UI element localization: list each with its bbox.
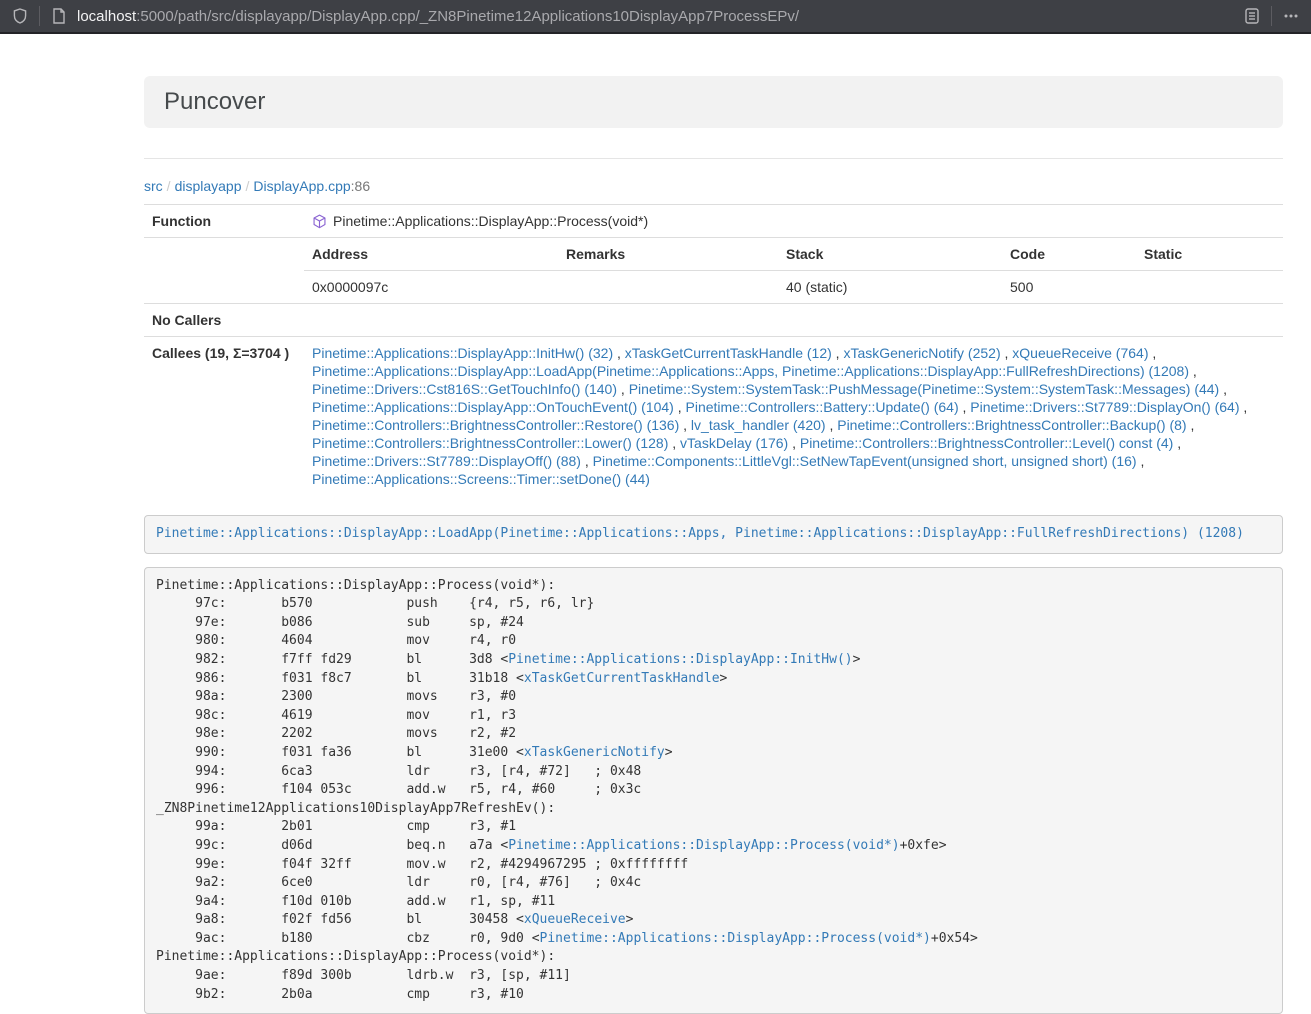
browser-toolbar: localhost:5000/path/src/displayapp/Displ… — [0, 0, 1311, 34]
divider — [144, 158, 1283, 159]
page-container: Puncover src/displayapp/DisplayApp.cpp:8… — [144, 76, 1283, 1014]
callers-row-label: No Callers — [144, 304, 304, 337]
callee-link[interactable]: lv_task_handler (420) — [691, 417, 826, 433]
breadcrumb-separator: / — [242, 178, 254, 194]
callee-link[interactable]: Pinetime::Drivers::St7789::DisplayOn() (… — [970, 399, 1239, 415]
callee-link[interactable]: Pinetime::Controllers::Battery::Update()… — [686, 399, 959, 415]
function-name: Pinetime::Applications::DisplayApp::Proc… — [333, 212, 648, 230]
callee-link[interactable]: Pinetime::Applications::DisplayApp::Init… — [312, 345, 613, 361]
breadcrumb-link-displayapp[interactable]: displayapp — [175, 178, 242, 194]
app-header: Puncover — [144, 76, 1283, 128]
highlighted-symbol-panel: Pinetime::Applications::DisplayApp::Load… — [144, 515, 1283, 554]
code-value: 500 — [1002, 271, 1136, 304]
callee-link[interactable]: Pinetime::System::SystemTask::PushMessag… — [629, 381, 1220, 397]
asm-symbol-link[interactable]: Pinetime::Applications::DisplayApp::Init… — [508, 652, 852, 667]
stats-row: 0x0000097c 40 (static) 500 — [304, 271, 1283, 304]
remarks-value — [558, 271, 778, 304]
breadcrumb-link-src[interactable]: src — [144, 178, 163, 194]
callee-link[interactable]: xTaskGenericNotify (252) — [843, 345, 1000, 361]
address-value: 0x0000097c — [304, 271, 558, 304]
menu-dots-icon[interactable] — [1281, 6, 1301, 26]
asm-symbol-link[interactable]: xQueueReceive — [524, 912, 626, 927]
column-header-code: Code — [1002, 238, 1136, 271]
column-header-static: Static — [1136, 238, 1283, 271]
breadcrumb-separator: / — [163, 178, 175, 194]
callee-link[interactable]: Pinetime::Applications::Screens::Timer::… — [312, 471, 650, 487]
url-host: localhost — [77, 8, 136, 25]
toolbar-divider — [39, 6, 40, 26]
breadcrumb-line-number: :86 — [351, 178, 370, 194]
column-header-stack: Stack — [778, 238, 1002, 271]
symbol-cube-icon — [312, 214, 327, 229]
callee-link[interactable]: Pinetime::Controllers::BrightnessControl… — [312, 435, 668, 451]
url-bar[interactable]: localhost:5000/path/src/displayapp/Displ… — [77, 8, 1242, 25]
callees-list: Pinetime::Applications::DisplayApp::Init… — [304, 337, 1283, 496]
column-header-address: Address — [304, 238, 558, 271]
stack-value: 40 (static) — [778, 271, 1002, 304]
page-icon[interactable] — [49, 6, 69, 26]
asm-symbol-link[interactable]: Pinetime::Applications::DisplayApp::Proc… — [508, 838, 899, 853]
callee-link[interactable]: Pinetime::Drivers::Cst816S::GetTouchInfo… — [312, 381, 617, 397]
symbol-table: Function Pinetime::Applications::Display… — [144, 204, 1283, 495]
callees-row-label: Callees (19, Σ=3704 ) — [144, 337, 304, 496]
shield-icon[interactable] — [10, 6, 30, 26]
table-row: Address Remarks Stack Code Static 0x0000… — [144, 238, 1283, 304]
callee-link[interactable]: Pinetime::Components::LittleVgl::SetNewT… — [593, 453, 1137, 469]
table-row: No Callers — [144, 304, 1283, 337]
callee-link[interactable]: Pinetime::Controllers::BrightnessControl… — [312, 417, 679, 433]
toolbar-divider — [1271, 6, 1272, 26]
column-header-remarks: Remarks — [558, 238, 778, 271]
callee-link[interactable]: Pinetime::Applications::DisplayApp::OnTo… — [312, 399, 674, 415]
static-value — [1136, 271, 1283, 304]
asm-symbol-link[interactable]: xTaskGetCurrentTaskHandle — [524, 671, 720, 686]
callee-link[interactable]: xTaskGetCurrentTaskHandle (12) — [625, 345, 832, 361]
callee-link[interactable]: Pinetime::Controllers::BrightnessControl… — [837, 417, 1186, 433]
stats-table: Address Remarks Stack Code Static 0x0000… — [304, 238, 1283, 303]
highlighted-symbol-link[interactable]: Pinetime::Applications::DisplayApp::Load… — [156, 526, 1244, 541]
breadcrumb-link-file[interactable]: DisplayApp.cpp — [253, 178, 350, 194]
table-row: Callees (19, Σ=3704 ) Pinetime::Applicat… — [144, 337, 1283, 496]
callee-link[interactable]: Pinetime::Controllers::BrightnessControl… — [800, 435, 1173, 451]
asm-symbol-link[interactable]: xTaskGenericNotify — [524, 745, 665, 760]
reader-mode-icon[interactable] — [1242, 6, 1262, 26]
callee-link[interactable]: Pinetime::Applications::DisplayApp::Load… — [312, 363, 1189, 379]
callee-link[interactable]: vTaskDelay (176) — [680, 435, 788, 451]
page-title: Puncover — [164, 89, 1263, 115]
assembly-code: Pinetime::Applications::DisplayApp::Proc… — [144, 567, 1283, 1014]
asm-symbol-link[interactable]: Pinetime::Applications::DisplayApp::Proc… — [540, 931, 931, 946]
callee-link[interactable]: xQueueReceive (764) — [1012, 345, 1148, 361]
url-path: :5000/path/src/displayapp/DisplayApp.cpp… — [136, 8, 799, 25]
table-row: Function Pinetime::Applications::Display… — [144, 205, 1283, 238]
function-row-label: Function — [144, 205, 304, 238]
breadcrumb: src/displayapp/DisplayApp.cpp:86 — [144, 178, 1283, 195]
callee-link[interactable]: Pinetime::Drivers::St7789::DisplayOff() … — [312, 453, 581, 469]
